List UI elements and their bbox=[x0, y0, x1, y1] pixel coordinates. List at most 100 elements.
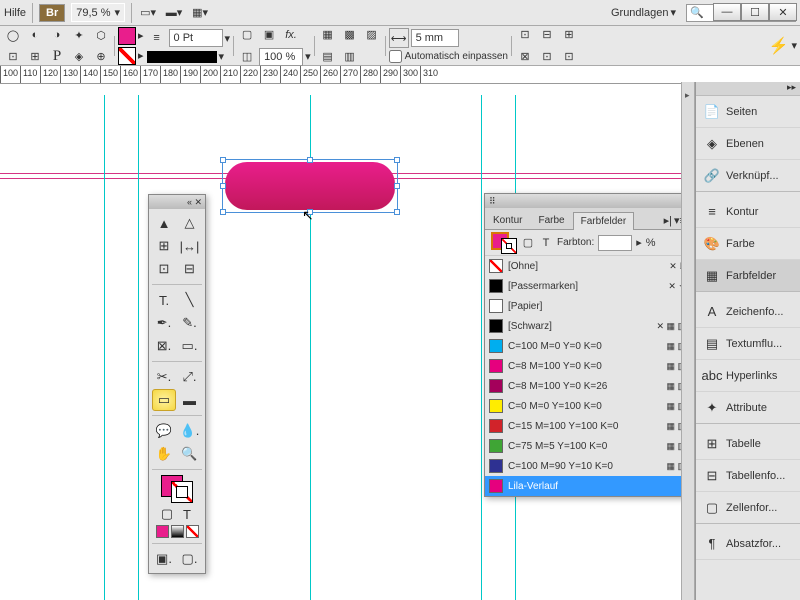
formatting-text[interactable]: T bbox=[178, 506, 196, 522]
tint-input[interactable] bbox=[598, 235, 632, 251]
container-icon[interactable]: ▢ bbox=[521, 233, 535, 253]
swatch-item[interactable]: [Papier] bbox=[485, 296, 690, 316]
panel-hyperlinks[interactable]: abcHyperlinks bbox=[696, 360, 800, 392]
panel-textumflu[interactable]: ▤Textumflu... bbox=[696, 328, 800, 360]
minimize-button[interactable]: — bbox=[713, 3, 741, 21]
tool-icon[interactable]: P bbox=[47, 46, 67, 66]
effects-icon[interactable]: ▣ bbox=[259, 25, 279, 45]
view-mode[interactable]: ▣. bbox=[152, 548, 176, 570]
zoom-tool[interactable]: 🔍 bbox=[178, 443, 202, 465]
panel-tabellenfo[interactable]: ⊟Tabellenfo... bbox=[696, 460, 800, 492]
swatch-item[interactable]: Lila-Verlauf bbox=[485, 476, 690, 496]
pencil-tool[interactable]: ✎. bbox=[178, 312, 202, 334]
frame-tool[interactable]: ⊠. bbox=[152, 335, 176, 357]
panel-seiten[interactable]: 📄Seiten bbox=[696, 96, 800, 128]
tab-farbfelder[interactable]: Farbfelder bbox=[573, 212, 635, 230]
line-tool[interactable]: ╲ bbox=[178, 289, 202, 311]
text-wrap-icon[interactable]: ▨ bbox=[362, 25, 382, 45]
gap-tool[interactable]: |↔| bbox=[178, 235, 202, 257]
panel-zellenfor[interactable]: ▢Zellenfor... bbox=[696, 492, 800, 524]
collapse-icon[interactable]: ▸| bbox=[664, 214, 672, 227]
chevron-down-icon[interactable]: ▾ bbox=[219, 50, 225, 63]
fit-icon[interactable]: ⊞ bbox=[559, 25, 579, 45]
formatting-container[interactable]: ▢ bbox=[158, 506, 176, 522]
fit-icon[interactable]: ⊟ bbox=[537, 25, 557, 45]
chevron-down-icon[interactable]: ▾ bbox=[305, 50, 311, 63]
gap-input[interactable]: 5 mm bbox=[411, 29, 459, 47]
bridge-button[interactable]: Br bbox=[39, 4, 65, 22]
view-options-icon[interactable]: ▦▾ bbox=[190, 3, 210, 23]
tab-kontur[interactable]: Kontur bbox=[485, 211, 530, 229]
text-wrap-icon[interactable]: ▦ bbox=[318, 25, 338, 45]
stroke-style-preview[interactable] bbox=[147, 51, 217, 63]
tool-icon[interactable]: ◈ bbox=[69, 46, 89, 66]
panel-kontur[interactable]: ≡Kontur bbox=[696, 196, 800, 228]
scale-input[interactable]: 100 % bbox=[259, 48, 303, 66]
autofit-checkbox[interactable] bbox=[389, 50, 402, 63]
tool-icon[interactable]: ◑ bbox=[47, 25, 67, 45]
scissors-tool[interactable]: ✂. bbox=[152, 366, 176, 388]
zoom-level[interactable]: 79,5 % ▾ bbox=[71, 3, 125, 22]
panel-collapse-bar[interactable] bbox=[681, 82, 695, 600]
swatch-item[interactable]: [Schwarz]✕ ▦ ▥ bbox=[485, 316, 690, 336]
fit-icon[interactable]: ⊡ bbox=[537, 47, 557, 67]
tool-icon[interactable]: ◯ bbox=[3, 25, 23, 45]
flash-icon[interactable]: ⚡ bbox=[768, 36, 788, 56]
apply-none[interactable] bbox=[186, 525, 199, 538]
swatch-item[interactable]: C=0 M=0 Y=100 K=0▦ ▥ bbox=[485, 396, 690, 416]
rectangle-tool[interactable]: ▭. bbox=[178, 335, 202, 357]
apply-gradient[interactable] bbox=[171, 525, 184, 538]
content-tool[interactable]: ⊡ bbox=[152, 258, 176, 280]
fit-icon[interactable]: ⊠ bbox=[515, 47, 535, 67]
text-icon[interactable]: T bbox=[539, 233, 553, 253]
fit-icon[interactable]: ⊡ bbox=[559, 47, 579, 67]
type-tool[interactable]: T. bbox=[152, 289, 176, 311]
gradient-feather-tool[interactable]: ▬ bbox=[178, 389, 202, 411]
help-menu[interactable]: Hilfe bbox=[4, 7, 26, 19]
guide-vertical[interactable] bbox=[104, 95, 105, 600]
swatch-item[interactable]: C=8 M=100 Y=0 K=0▦ ▥ bbox=[485, 356, 690, 376]
stroke-swatch[interactable] bbox=[118, 47, 136, 65]
guide-vertical[interactable] bbox=[138, 95, 139, 600]
tool-icon[interactable]: ⊕ bbox=[91, 46, 111, 66]
active-swatch[interactable] bbox=[491, 232, 517, 254]
eyedropper-tool[interactable]: 💧. bbox=[178, 420, 202, 442]
panel-header[interactable]: « ✕ bbox=[149, 195, 205, 209]
panel-header[interactable]: ⠿ bbox=[485, 194, 690, 208]
transform-tool[interactable]: ⤢. bbox=[178, 366, 202, 388]
pen-tool[interactable]: ✒. bbox=[152, 312, 176, 334]
hand-tool[interactable]: ✋ bbox=[152, 443, 176, 465]
tool-icon[interactable]: ✦ bbox=[69, 25, 89, 45]
tint-slider-icon[interactable]: ▸ bbox=[636, 236, 642, 249]
workspace-switcher[interactable]: Grundlagen ▾ bbox=[607, 5, 680, 20]
close-button[interactable]: ✕ bbox=[769, 3, 797, 21]
swatch-item[interactable]: C=8 M=100 Y=0 K=26▦ ▥ bbox=[485, 376, 690, 396]
swatch-item[interactable]: C=100 M=0 Y=0 K=0▦ ▥ bbox=[485, 336, 690, 356]
content-tool[interactable]: ⊟ bbox=[178, 258, 202, 280]
swatch-item[interactable]: [Ohne]✕ ⃠ bbox=[485, 256, 690, 276]
arrange-icon[interactable]: ▬▾ bbox=[164, 3, 184, 23]
panel-zeichenfo[interactable]: AZeichenfo... bbox=[696, 296, 800, 328]
panel-verknüpf[interactable]: 🔗Verknüpf... bbox=[696, 160, 800, 192]
opacity-icon[interactable]: ▢ bbox=[237, 25, 257, 45]
tool-icon[interactable]: ⬡ bbox=[91, 25, 111, 45]
swatch-item[interactable]: [Passermarken]✕ ✦ bbox=[485, 276, 690, 296]
tool-icon[interactable]: ⊡ bbox=[3, 46, 23, 66]
panel-attribute[interactable]: ✦Attribute bbox=[696, 392, 800, 424]
panel-farbfelder[interactable]: ▦Farbfelder bbox=[696, 260, 800, 292]
panel-tabelle[interactable]: ⊞Tabelle bbox=[696, 428, 800, 460]
selection-tool[interactable]: ▲ bbox=[152, 212, 176, 234]
gradient-swatch-tool[interactable]: ▭ bbox=[152, 389, 176, 411]
fit-icon[interactable]: ⊡ bbox=[515, 25, 535, 45]
tool-icon[interactable]: ⊞ bbox=[25, 46, 45, 66]
text-wrap-icon[interactable]: ▥ bbox=[340, 47, 360, 67]
direct-selection-tool[interactable]: △ bbox=[178, 212, 202, 234]
panel-ebenen[interactable]: ◈Ebenen bbox=[696, 128, 800, 160]
maximize-button[interactable]: ☐ bbox=[741, 3, 769, 21]
chevron-down-icon[interactable]: ▾ bbox=[225, 32, 231, 45]
note-tool[interactable]: 💬 bbox=[152, 420, 176, 442]
swatch-item[interactable]: C=15 M=100 Y=100 K=0▦ ▥ bbox=[485, 416, 690, 436]
screen-mode-icon[interactable]: ▭▾ bbox=[138, 3, 158, 23]
stroke-weight-input[interactable]: 0 Pt bbox=[169, 29, 223, 47]
swatch-item[interactable]: C=100 M=90 Y=10 K=0▦ ▥ bbox=[485, 456, 690, 476]
